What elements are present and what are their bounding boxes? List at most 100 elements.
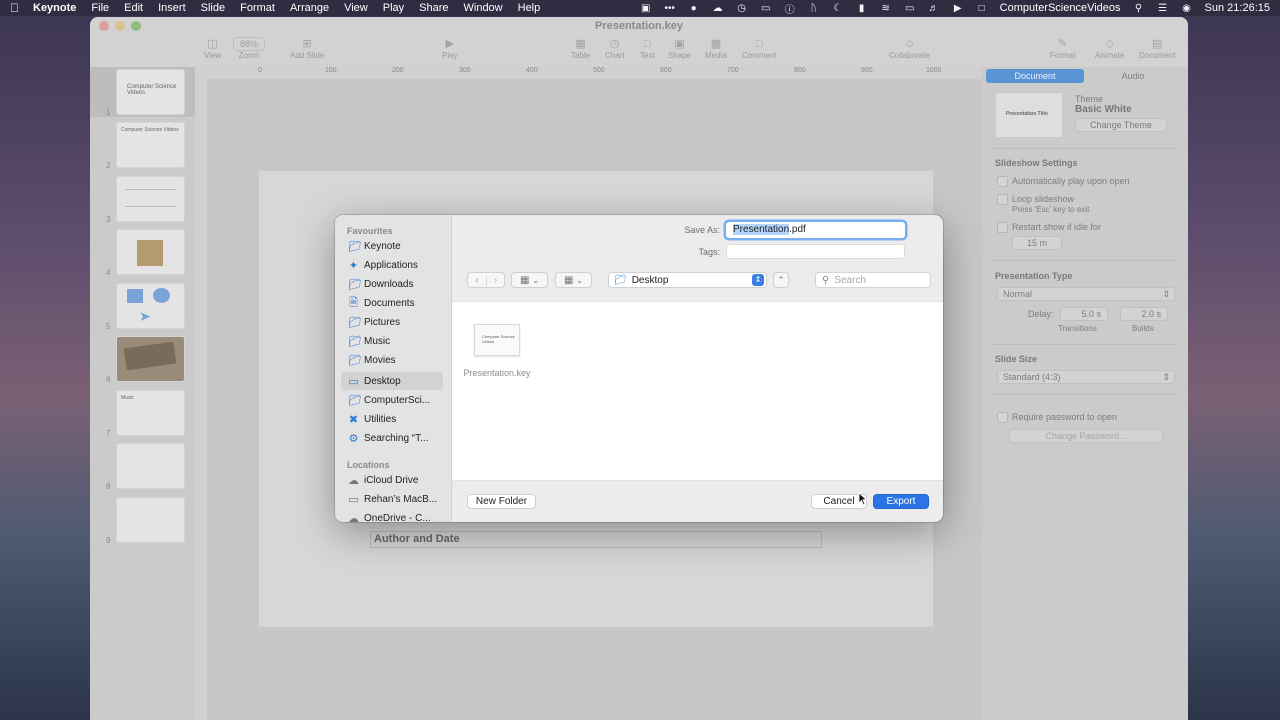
search-field[interactable]: ⚲ Search: [815, 272, 931, 288]
menu-share[interactable]: Share: [419, 2, 448, 14]
window-icon[interactable]: □: [976, 3, 988, 14]
user-name[interactable]: ComputerScienceVideos: [1000, 2, 1121, 14]
sidebar-item-utilities[interactable]: ✖ Utilities: [341, 410, 443, 428]
slide-thumbnail-9[interactable]: 9: [90, 495, 195, 545]
change-password-button[interactable]: Change Password...: [1009, 429, 1163, 443]
sidebar-item-onedrive[interactable]: ☁ OneDrive - C...: [341, 509, 443, 523]
location-popup[interactable]: 📁︎ Desktop ⇕: [608, 272, 767, 288]
slide-thumbnail-5[interactable]: 5 ➤: [90, 281, 195, 331]
toolbar-format-button[interactable]: ✎ Format: [1050, 37, 1075, 60]
author-date-textbox[interactable]: Author and Date: [370, 531, 822, 548]
sidebar-item-downloads[interactable]: 📁︎ Downloads: [341, 275, 443, 293]
play-status-icon[interactable]: ▶: [952, 3, 964, 14]
do-not-disturb-icon[interactable]: ☾: [832, 3, 844, 14]
menu-view[interactable]: View: [344, 2, 368, 14]
theme-preview[interactable]: Presentation Title: [995, 92, 1063, 138]
toolbar-play-button[interactable]: ▶ Play: [442, 37, 458, 60]
toolbar-view-button[interactable]: ◫ View: [204, 37, 221, 60]
require-password-checkbox[interactable]: [997, 412, 1008, 423]
display-icon[interactable]: ▭: [760, 3, 772, 14]
time-machine-icon[interactable]: ◷: [736, 3, 748, 14]
volume-icon[interactable]: ♬: [928, 3, 940, 14]
sidebar-item-desktop[interactable]: ▭ Desktop: [341, 372, 443, 390]
file-item-presentation-key[interactable]: Computer Science Videos: [474, 324, 520, 356]
slide-size-select[interactable]: Standard (4:3) ⇕: [997, 370, 1175, 384]
sidebar-item-pictures[interactable]: 📁︎ Pictures: [341, 313, 443, 331]
toolbar-add-slide-button[interactable]: ⊞ Add Slide: [290, 37, 324, 60]
forward-icon[interactable]: ›: [486, 274, 504, 286]
menu-format[interactable]: Format: [240, 2, 275, 14]
menu-window[interactable]: Window: [464, 2, 503, 14]
file-browser[interactable]: Computer Science Videos Presentation.key: [452, 301, 943, 481]
battery-icon[interactable]: ▮: [856, 3, 868, 14]
slide-thumbnail-3[interactable]: 3: [90, 174, 195, 224]
sidebar-item-documents[interactable]: 🗎︎ Documents: [341, 294, 443, 312]
slide-thumbnail-8[interactable]: 8: [90, 441, 195, 491]
airplay-icon[interactable]: ▭: [904, 3, 916, 14]
menu-file[interactable]: File: [91, 2, 109, 14]
siri-icon[interactable]: ◉: [1181, 3, 1193, 14]
toolbar-table-button[interactable]: ▦ Table: [571, 37, 590, 60]
slide-thumbnail-4[interactable]: 4: [90, 227, 195, 277]
menu-edit[interactable]: Edit: [124, 2, 143, 14]
wifi-icon[interactable]: ≋: [880, 3, 892, 14]
loop-checkbox[interactable]: [997, 194, 1008, 205]
control-center-icon[interactable]: ☰: [1157, 3, 1169, 14]
slide-thumbnail-7[interactable]: 7 Music: [90, 388, 195, 438]
toolbar-media-button[interactable]: ▩ Media: [705, 37, 727, 60]
view-mode-button[interactable]: ▦ ⌄: [511, 272, 548, 288]
sidebar-item-keynote[interactable]: 📁︎ Keynote: [341, 237, 443, 255]
group-by-button[interactable]: ▦ ⌄: [555, 272, 592, 288]
toolbar-animate-button[interactable]: ◇ Animate: [1095, 37, 1124, 60]
save-as-field[interactable]: Presentation.pdf: [726, 222, 905, 238]
sidebar-item-computersci[interactable]: 📁︎ ComputerSci...: [341, 391, 443, 409]
back-icon[interactable]: ‹: [468, 275, 486, 286]
transitions-delay-stepper[interactable]: 5.0 s: [1060, 307, 1108, 321]
menu-app-name[interactable]: Keynote: [33, 2, 76, 14]
tab-audio[interactable]: Audio: [1084, 69, 1182, 83]
sidebar-item-applications[interactable]: ✦ Applications: [341, 256, 443, 274]
menu-play[interactable]: Play: [383, 2, 404, 14]
menu-arrange[interactable]: Arrange: [290, 2, 329, 14]
auto-play-checkbox[interactable]: [997, 176, 1008, 187]
toolbar-text-button[interactable]: □ Text: [640, 37, 655, 60]
slide-thumbnail-1[interactable]: 1 Computer Science Videos: [90, 67, 195, 117]
sidebar-item-movies[interactable]: 📁︎ Movies: [341, 351, 443, 369]
sidebar-item-searching[interactable]: ⚙ Searching “T...: [341, 429, 443, 447]
toolbar-document-button[interactable]: ▤ Document: [1139, 37, 1175, 60]
restart-idle-checkbox[interactable]: [997, 222, 1008, 233]
collapse-button[interactable]: ⌃: [773, 272, 789, 288]
bluetooth-icon[interactable]: ᚢ: [808, 3, 820, 14]
close-window-button[interactable]: [99, 21, 109, 31]
minimize-window-button[interactable]: [115, 21, 125, 31]
spotlight-search-icon[interactable]: ⚲: [1133, 3, 1145, 14]
record-icon[interactable]: ●: [688, 3, 700, 14]
more-icon[interactable]: •••: [664, 3, 676, 14]
sidebar-item-icloud-drive[interactable]: ☁ iCloud Drive: [341, 471, 443, 489]
new-folder-button[interactable]: New Folder: [467, 494, 536, 509]
screen-record-icon[interactable]: ▣: [640, 3, 652, 14]
idle-time-stepper[interactable]: 15 m: [1012, 236, 1062, 250]
file-name[interactable]: Presentation.key: [452, 368, 542, 378]
menu-slide[interactable]: Slide: [201, 2, 225, 14]
export-button[interactable]: Export: [873, 494, 929, 509]
sidebar-item-music[interactable]: 📁︎ Music: [341, 332, 443, 350]
tab-document[interactable]: Document: [986, 69, 1084, 83]
slide-thumbnail-6[interactable]: 6: [90, 334, 195, 384]
sidebar-item-macbook[interactable]: ▭ Rehan’s MacB...: [341, 490, 443, 508]
toolbar-zoom-button[interactable]: 88% Zoom: [233, 37, 266, 60]
builds-delay-stepper[interactable]: 2.0 s: [1120, 307, 1168, 321]
toolbar-collaborate-button[interactable]: ☺ Collaborate: [889, 37, 930, 60]
menu-clock[interactable]: Sun 21:26:15: [1205, 2, 1270, 14]
cloud-status-icon[interactable]: ☁: [712, 3, 724, 14]
apple-menu-icon[interactable]: : [10, 1, 19, 15]
zoom-window-button[interactable]: [131, 21, 141, 31]
menu-insert[interactable]: Insert: [158, 2, 186, 14]
slide-thumbnail-2[interactable]: 2 Computer Science Videos: [90, 120, 195, 170]
menu-help[interactable]: Help: [518, 2, 541, 14]
tags-field[interactable]: [726, 244, 905, 259]
change-theme-button[interactable]: Change Theme: [1075, 118, 1167, 132]
info-icon[interactable]: ⓘ: [784, 1, 796, 16]
toolbar-chart-button[interactable]: ◷ Chart: [605, 37, 625, 60]
presentation-type-select[interactable]: Normal ⇕: [997, 287, 1175, 301]
